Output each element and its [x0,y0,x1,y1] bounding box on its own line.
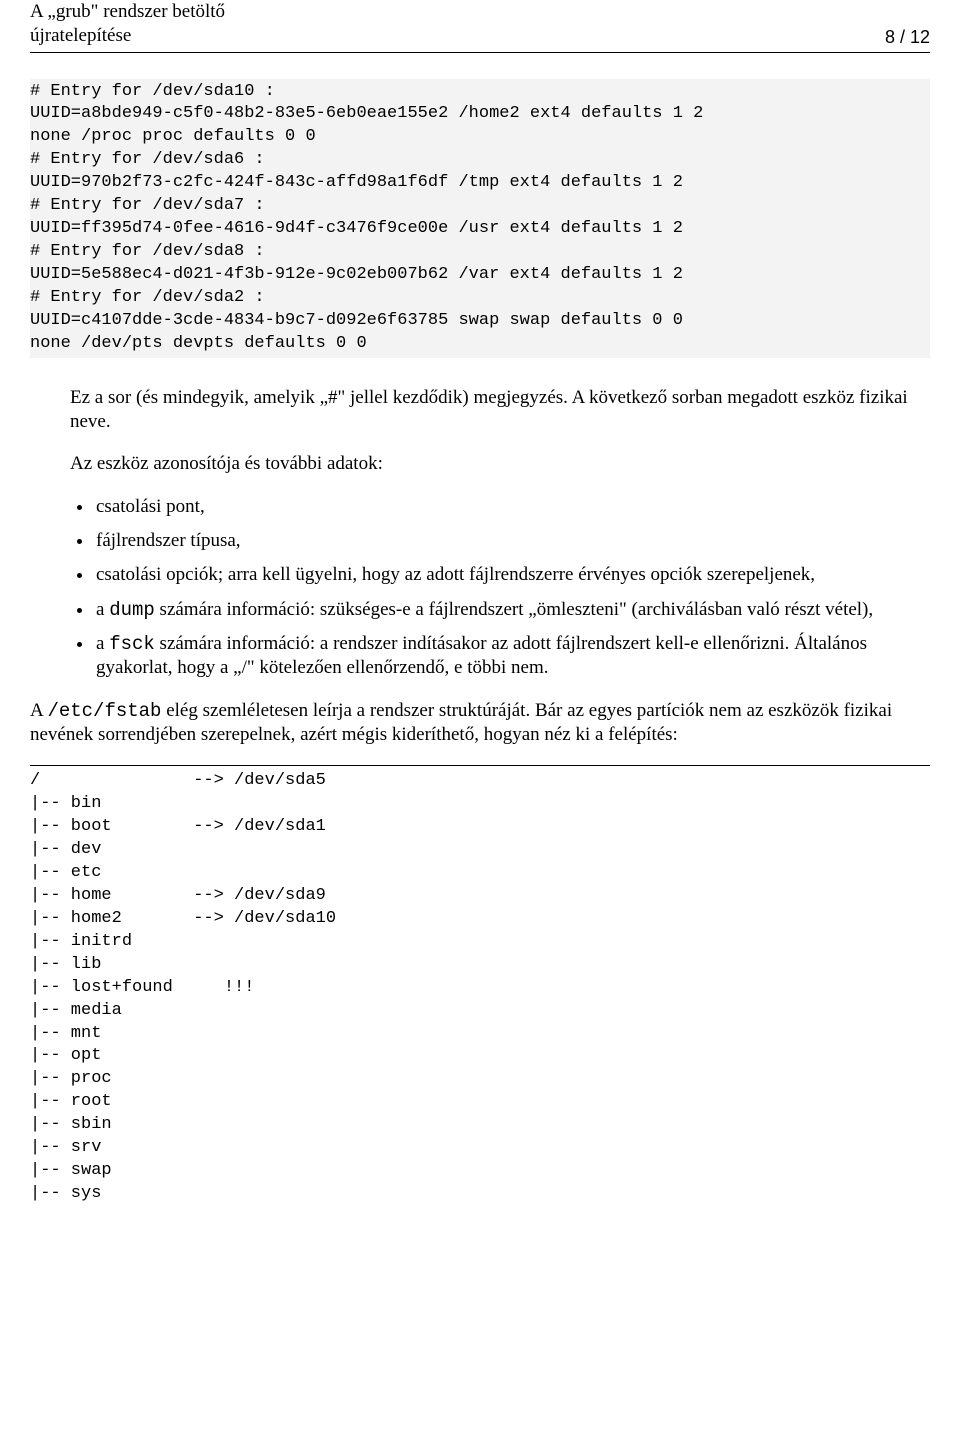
list-item-text-post: számára információ: a rendszer indításak… [96,633,867,678]
list-item: csatolási opciók; arra kell ügyelni, hog… [94,563,930,587]
page-number: 8 / 12 [885,27,930,48]
list-item-text-pre: a [96,599,109,620]
fstab-code-block: # Entry for /dev/sda10 : UUID=a8bde949-c… [30,79,930,358]
paragraph-comment-explanation: Ez a sor (és mindegyik, amelyik „#" jell… [70,386,930,435]
list-item-text: csatolási pont, [96,496,205,517]
inline-code-dump: dump [109,599,155,621]
list-item-text: csatolási opciók; arra kell ügyelni, hog… [96,564,815,585]
header-title-line1: A „grub" rendszer betöltő [30,1,225,22]
header-title-line2: újratelepítése [30,25,131,46]
paragraph-device-id-intro: Az eszköz azonosítója és további adatok: [70,452,930,476]
list-item: csatolási pont, [94,495,930,519]
page-header: A „grub" rendszer betöltő újratelepítése… [30,0,930,53]
page: A „grub" rendszer betöltő újratelepítése… [0,0,960,1246]
list-item-text-pre: a [96,633,109,654]
attributes-list: csatolási pont, fájlrendszer típusa, csa… [70,495,930,681]
directory-tree-block: / --> /dev/sda5 |-- bin |-- boot --> /de… [30,765,930,1206]
inline-code-etcfstab: /etc/fstab [47,700,161,722]
list-item: a dump számára információ: szükséges-e a… [94,598,930,622]
paragraph-fstab-structure: A /etc/fstab elég szemléletesen leírja a… [30,699,930,748]
list-item: a fsck számára információ: a rendszer in… [94,632,930,681]
inline-code-fsck: fsck [109,633,155,655]
list-item-text: fájlrendszer típusa, [96,530,241,551]
list-item-text-post: számára információ: szükséges-e a fájlre… [155,599,873,620]
para3-pre: A [30,700,47,721]
header-title: A „grub" rendszer betöltő újratelepítése [30,0,225,48]
list-item: fájlrendszer típusa, [94,529,930,553]
